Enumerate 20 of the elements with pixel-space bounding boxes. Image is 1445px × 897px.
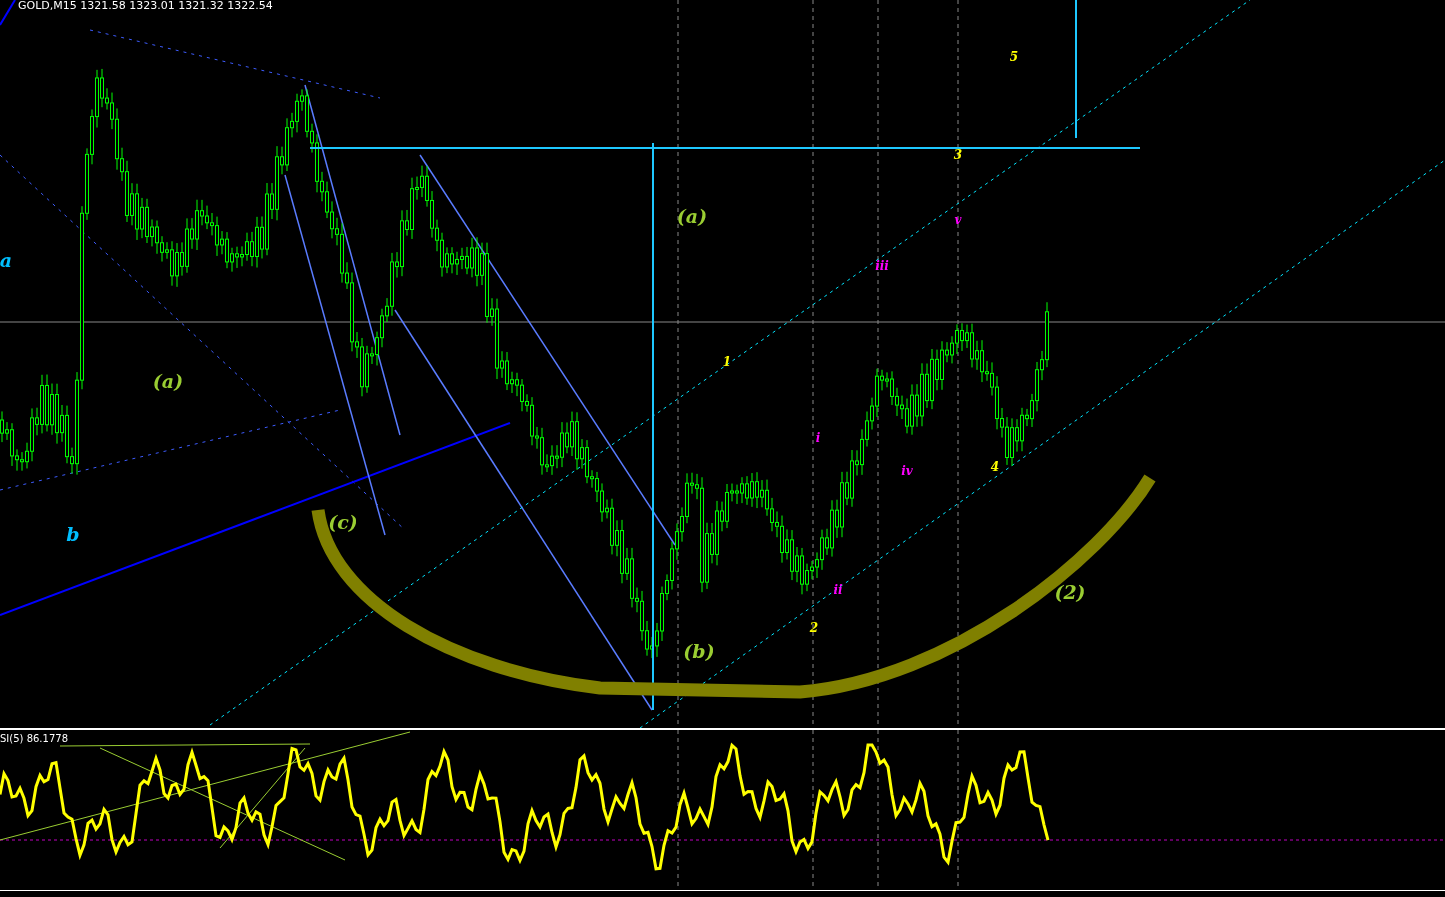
wave-label: (c) [328,511,358,533]
wave-label: 3 [953,148,963,162]
wave-label: i [815,431,821,445]
wave-label: iii [875,259,889,273]
chart-header: GOLD,M15 1321.58 1323.01 1321.32 1322.54 [18,0,273,12]
wave-label: 4 [990,460,1000,474]
trend-line [0,0,16,26]
wave-label: ii [833,583,843,597]
wave-label: iv [901,464,913,478]
indicator-label: SI(5) 86.1778 [0,733,68,744]
wave-label: 1 [722,355,732,369]
wave-label: 5 [1009,50,1019,64]
wave-label: (a) [152,370,184,392]
wave-label: b [66,523,80,545]
wave-label: (b) [683,640,715,662]
wave-label: a [0,249,13,271]
wave-label: (a) [676,205,708,227]
wave-label: (2) [1054,581,1086,603]
wave-label: 2 [809,621,819,635]
wave-label: v [954,213,962,227]
